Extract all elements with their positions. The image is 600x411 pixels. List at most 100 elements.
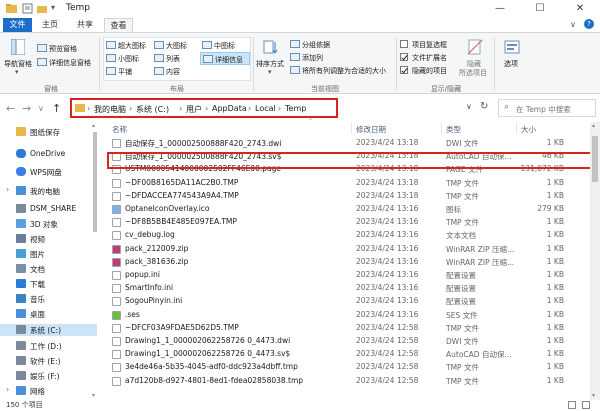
divider[interactable]	[351, 122, 352, 134]
layout-extra-large[interactable]: 超大图标	[106, 40, 152, 51]
scroll-thumb[interactable]	[592, 136, 598, 182]
nav-item[interactable]: 图片	[0, 248, 97, 260]
tab-view[interactable]: 查看	[104, 18, 133, 32]
properties-icon[interactable]	[22, 3, 33, 14]
column-date[interactable]: 修改日期	[356, 124, 386, 135]
column-name[interactable]: 名称	[112, 124, 127, 135]
tab-file[interactable]: 文件	[3, 18, 32, 32]
nav-item[interactable]: DSM_SHARE	[0, 203, 97, 215]
breadcrumb-c-drive[interactable]: 系统 (C:)	[136, 104, 169, 115]
tab-share[interactable]: 共享	[70, 18, 100, 32]
nav-item[interactable]: 娱乐 (F:)	[0, 370, 97, 382]
large-icons-view-icon[interactable]	[582, 401, 590, 409]
divider[interactable]	[441, 122, 442, 134]
file-row[interactable]: .ses 2023/4/24 13:16 SES 文件 1 KB	[108, 309, 588, 322]
address-dropdown-icon[interactable]: ∨	[466, 102, 472, 111]
nav-item[interactable]: 系统 (C:)	[0, 324, 97, 336]
column-type[interactable]: 类型	[446, 124, 461, 135]
options-button[interactable]: 选项	[496, 37, 528, 81]
item-checkboxes-toggle[interactable]: 项目复选框	[400, 39, 456, 50]
expand-icon[interactable]: ›	[6, 185, 9, 194]
file-row[interactable]: ~DFCF03A9FDAE5D62D5.TMP 2023/4/24 12:58 TM…	[108, 322, 588, 335]
new-folder-icon[interactable]	[37, 3, 48, 14]
layout-list[interactable]: 列表	[154, 53, 200, 64]
help-icon[interactable]: ?	[584, 19, 594, 29]
expand-icon[interactable]: ›	[6, 385, 9, 394]
preview-pane-button[interactable]: 预览窗格	[37, 43, 99, 54]
divider[interactable]	[516, 122, 517, 134]
tab-home[interactable]: 主页	[35, 18, 65, 32]
layout-content[interactable]: 内容	[154, 66, 200, 77]
address-bar[interactable]: › 我的电脑 › 系统 (C:) › 用户 › AppData › Local …	[70, 98, 338, 118]
file-row[interactable]: cv_debug.log 2023/4/24 13:16 文本文档 1 KB	[108, 229, 588, 242]
hide-selected-button[interactable]: 隐藏 所选项目	[458, 37, 492, 81]
file-row[interactable]: ~DF8B5BB4E485E097EA.TMP 2023/4/24 13:16 TM…	[108, 216, 588, 229]
file-row[interactable]: 3e4de46a-5b35-4045-adf0-ddc923a4dbff.tmp…	[108, 361, 588, 374]
nav-item[interactable]: WPS网盘	[0, 166, 97, 178]
minimize-button[interactable]: —	[480, 0, 520, 18]
file-row[interactable]: pack_212009.zip 2023/4/24 13:16 WinRAR ZIP…	[108, 243, 588, 256]
nav-item[interactable]: › 网络	[0, 385, 97, 397]
recent-locations-icon[interactable]: ∨	[38, 104, 44, 113]
layout-small[interactable]: 小图标	[106, 53, 152, 64]
close-button[interactable]: ✕	[560, 0, 600, 18]
details-view-icon[interactable]	[568, 401, 576, 409]
breadcrumb-local[interactable]: Local	[255, 104, 276, 113]
nav-item[interactable]: 工作 (D:)	[0, 340, 97, 352]
qat-dropdown-icon[interactable]: ▾	[51, 3, 55, 12]
maximize-button[interactable]: ☐	[520, 0, 560, 18]
group-by-button[interactable]: 分组依据	[290, 39, 350, 50]
layout-details[interactable]: 详细信息	[200, 52, 250, 65]
search-input[interactable]: ⌕ 在 Temp 中搜索	[498, 99, 596, 117]
breadcrumb-users[interactable]: 用户	[186, 104, 202, 115]
file-row[interactable]: ~DF00B8165DA11AC2B0.TMP 2023/4/24 13:18 TM…	[108, 177, 588, 190]
nav-item[interactable]: 音乐	[0, 293, 97, 305]
nav-item[interactable]: 图纸保存	[0, 126, 97, 138]
nav-item[interactable]: 文档	[0, 263, 97, 275]
file-row[interactable]: SogouPinyin.ini 2023/4/24 13:16 配置设置 1 KB	[108, 295, 588, 308]
file-row[interactable]: Drawing1_1_000002062258726 0_4473.dwi 202…	[108, 335, 588, 348]
forward-icon[interactable]: →	[22, 102, 31, 115]
nav-item[interactable]: 3D 对象	[0, 218, 97, 230]
nav-item[interactable]: 桌面	[0, 308, 97, 320]
checkbox[interactable]	[400, 66, 408, 74]
scroll-down-icon[interactable]: ▾	[592, 392, 595, 399]
file-row[interactable]: SmartInfo.ini 2023/4/24 13:16 配置设置 1 KB	[108, 282, 588, 295]
file-extensions-toggle[interactable]: 文件扩展名	[400, 52, 456, 63]
nav-item[interactable]: 软件 (E:)	[0, 355, 97, 367]
refresh-icon[interactable]: ↻	[480, 101, 488, 112]
nav-item[interactable]: 下载	[0, 278, 97, 290]
scroll-down-icon[interactable]: ▾	[92, 392, 95, 399]
file-row[interactable]: a7d120b8-d927-4801-8ed1-fdea02858038.tmp…	[108, 375, 588, 388]
file-row[interactable]: pack_381636.zip 2023/4/24 13:16 WinRAR ZIP…	[108, 256, 588, 269]
file-list-scrollbar[interactable]: ▴ ▾	[590, 122, 600, 400]
back-icon[interactable]: ←	[6, 102, 15, 115]
nav-pane-button[interactable]: 导航窗格 ▾	[4, 37, 32, 79]
breadcrumb-temp[interactable]: Temp	[285, 104, 306, 113]
layout-tiles[interactable]: 平铺	[106, 66, 152, 77]
nav-item[interactable]: › 我的电脑	[0, 185, 97, 197]
scroll-up-icon[interactable]: ▴	[92, 122, 95, 129]
nav-item[interactable]: OneDrive	[0, 148, 97, 160]
layout-medium[interactable]: 中图标	[202, 40, 248, 51]
layout-large[interactable]: 大图标	[154, 40, 200, 51]
checkbox[interactable]	[400, 53, 408, 61]
size-all-columns-button[interactable]: 将所有列调整为合适的大小	[290, 65, 394, 76]
file-row[interactable]: OptaneIconOverlay.ico 2023/4/24 13:16 图标 27…	[108, 203, 588, 216]
file-row[interactable]: 自动保存_1_000002500888F420_2743.dwi 2023/4/2…	[108, 137, 588, 150]
hidden-items-toggle[interactable]: 隐藏的项目	[400, 65, 456, 76]
collapse-ribbon-icon[interactable]: ∨	[570, 20, 576, 29]
scroll-up-icon[interactable]: ▴	[592, 122, 595, 129]
details-pane-button[interactable]: 详细信息窗格	[37, 57, 101, 68]
file-row[interactable]: Drawing1_1_000002062258726 0_4473.sv$ 202…	[108, 348, 588, 361]
up-icon[interactable]: ↑	[52, 102, 61, 115]
nav-scroll-thumb[interactable]	[93, 132, 97, 232]
add-columns-button[interactable]: 添加列	[290, 52, 350, 63]
checkbox[interactable]	[400, 40, 408, 48]
file-row[interactable]: popup.ini 2023/4/24 13:16 配置设置 1 KB	[108, 269, 588, 282]
nav-scrollbar[interactable]: ▴ ▾	[92, 122, 98, 400]
nav-item[interactable]: 视频	[0, 233, 97, 245]
sort-by-button[interactable]: 排序方式 ▾	[256, 37, 286, 81]
breadcrumb-this-pc[interactable]: 我的电脑	[94, 104, 126, 115]
breadcrumb-appdata[interactable]: AppData	[212, 104, 247, 113]
